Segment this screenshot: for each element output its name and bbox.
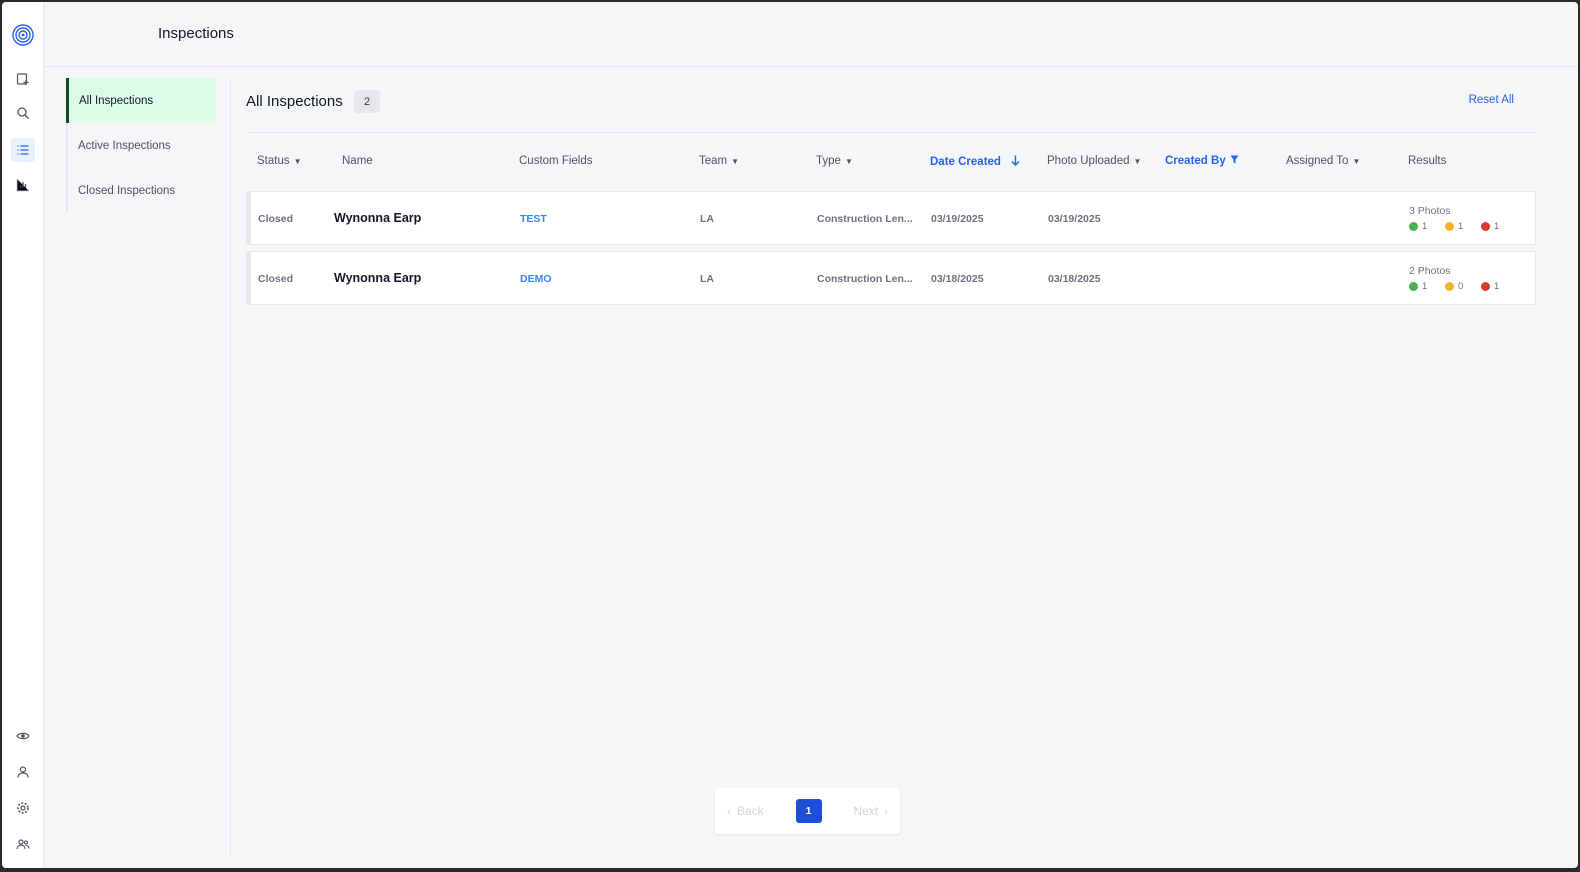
column-results: Results — [1408, 155, 1446, 167]
pass-count: 1 — [1422, 281, 1428, 292]
status-cell: Closed — [258, 213, 294, 225]
fail-result: 1 — [1481, 281, 1507, 292]
custom-field-link[interactable]: TEST — [520, 213, 547, 225]
result-dots: 1 0 1 — [1409, 281, 1507, 292]
panel-title: All Inspections — [246, 93, 343, 110]
team-cell: LA — [700, 273, 714, 285]
photo-uploaded-cell: 03/18/2025 — [1048, 273, 1101, 285]
subnav-item-all-inspections[interactable]: All Inspections — [66, 78, 216, 123]
results-cell: 3 Photos 1 1 1 — [1409, 205, 1507, 232]
fail-count: 1 — [1494, 221, 1500, 232]
pagination: ‹ Back 1 Next › — [715, 788, 900, 834]
chevron-left-icon: ‹ — [727, 804, 731, 818]
column-date-created[interactable]: Date Created — [930, 155, 1020, 169]
table-row[interactable]: Closed Wynonna Earp TEST LA Construction… — [246, 191, 1536, 245]
count-badge: 2 — [354, 90, 380, 113]
search-icon[interactable] — [11, 101, 35, 125]
back-button[interactable]: ‹ Back — [727, 804, 764, 818]
results-cell: 2 Photos 1 0 1 — [1409, 265, 1507, 292]
gear-icon[interactable] — [11, 796, 35, 820]
photo-uploaded-cell: 03/19/2025 — [1048, 213, 1101, 225]
fail-result: 1 — [1481, 221, 1507, 232]
page-header: Inspections — [44, 2, 1578, 67]
red-dot-icon — [1481, 282, 1490, 291]
date-created-cell: 03/19/2025 — [931, 213, 984, 225]
pass-result: 1 — [1409, 221, 1435, 232]
yellow-dot-icon — [1445, 222, 1454, 231]
sort-descending-icon — [1011, 155, 1020, 169]
panel-header: All Inspections 2 Reset All — [246, 78, 1536, 133]
pass-result: 1 — [1409, 281, 1435, 292]
app-window: Inspections All Inspections Active Inspe… — [2, 2, 1578, 868]
column-custom-fields: Custom Fields — [519, 155, 593, 167]
name-cell: Wynonna Earp — [334, 271, 422, 285]
green-dot-icon — [1409, 282, 1418, 291]
inspections-subnav: All Inspections Active Inspections Close… — [66, 78, 216, 213]
column-created-by[interactable]: Created By — [1165, 155, 1239, 167]
page-title: Inspections — [158, 25, 234, 42]
new-inspection-icon[interactable] — [11, 67, 35, 91]
filter-icon — [1230, 155, 1239, 167]
column-name: Name — [342, 155, 373, 167]
caret-down-icon: ▼ — [1352, 156, 1361, 166]
table-header: Status ▼ Name Custom Fields Team ▼ Type … — [246, 133, 1536, 191]
warning-count: 1 — [1458, 221, 1464, 232]
caret-down-icon: ▼ — [731, 156, 740, 166]
subnav-item-active-inspections[interactable]: Active Inspections — [66, 123, 216, 168]
page-button-1[interactable]: 1 — [795, 799, 822, 823]
column-custom-fields-label: Custom Fields — [519, 155, 593, 167]
column-team-label: Team — [699, 155, 728, 167]
chart-icon[interactable] — [11, 173, 35, 197]
icon-rail — [2, 2, 44, 868]
fail-count: 1 — [1494, 281, 1500, 292]
team-cell: LA — [700, 213, 714, 225]
column-photo-uploaded-label: Photo Uploaded — [1047, 155, 1130, 167]
column-status[interactable]: Status ▼ — [257, 155, 302, 167]
warning-result: 1 — [1445, 221, 1471, 232]
column-date-created-label: Date Created — [930, 156, 1001, 168]
column-assigned-to[interactable]: Assigned To ▼ — [1286, 155, 1360, 167]
list-icon[interactable] — [11, 138, 35, 162]
reset-all-button[interactable]: Reset All — [1469, 94, 1514, 106]
column-type[interactable]: Type ▼ — [816, 155, 853, 167]
type-cell: Construction Len... — [817, 213, 913, 225]
column-assigned-to-label: Assigned To — [1286, 155, 1349, 167]
column-results-label: Results — [1408, 155, 1447, 167]
pass-count: 1 — [1422, 221, 1428, 232]
photos-count: 2 Photos — [1409, 265, 1451, 277]
column-photo-uploaded[interactable]: Photo Uploaded ▼ — [1047, 155, 1141, 167]
photos-count: 3 Photos — [1409, 205, 1451, 217]
back-label: Back — [737, 804, 764, 818]
next-label: Next — [853, 804, 878, 818]
column-team[interactable]: Team ▼ — [699, 155, 739, 167]
result-dots: 1 1 1 — [1409, 221, 1507, 232]
subnav-item-closed-inspections[interactable]: Closed Inspections — [66, 168, 216, 213]
logo-icon[interactable] — [12, 24, 34, 46]
column-name-label: Name — [342, 155, 373, 167]
status-cell: Closed — [258, 273, 294, 285]
red-dot-icon — [1481, 222, 1490, 231]
yellow-dot-icon — [1445, 282, 1454, 291]
eye-icon[interactable] — [11, 724, 35, 748]
warning-result: 0 — [1445, 281, 1471, 292]
date-created-cell: 03/18/2025 — [931, 273, 984, 285]
caret-down-icon: ▼ — [844, 156, 853, 166]
user-icon[interactable] — [11, 760, 35, 784]
warning-count: 0 — [1458, 281, 1464, 292]
team-icon[interactable] — [11, 832, 35, 856]
column-created-by-label: Created By — [1165, 155, 1226, 167]
subnav-divider — [230, 78, 231, 858]
caret-down-icon: ▼ — [293, 156, 302, 166]
column-type-label: Type — [816, 155, 841, 167]
next-button[interactable]: Next › — [853, 804, 888, 818]
chevron-right-icon: › — [884, 804, 888, 818]
name-cell: Wynonna Earp — [334, 211, 422, 225]
custom-field-link[interactable]: DEMO — [520, 273, 552, 285]
table-row[interactable]: Closed Wynonna Earp DEMO LA Construction… — [246, 251, 1536, 305]
type-cell: Construction Len... — [817, 273, 913, 285]
caret-down-icon: ▼ — [1133, 156, 1142, 166]
inspections-panel: All Inspections 2 Reset All Status ▼ Nam… — [246, 78, 1536, 311]
column-status-label: Status — [257, 155, 290, 167]
green-dot-icon — [1409, 222, 1418, 231]
